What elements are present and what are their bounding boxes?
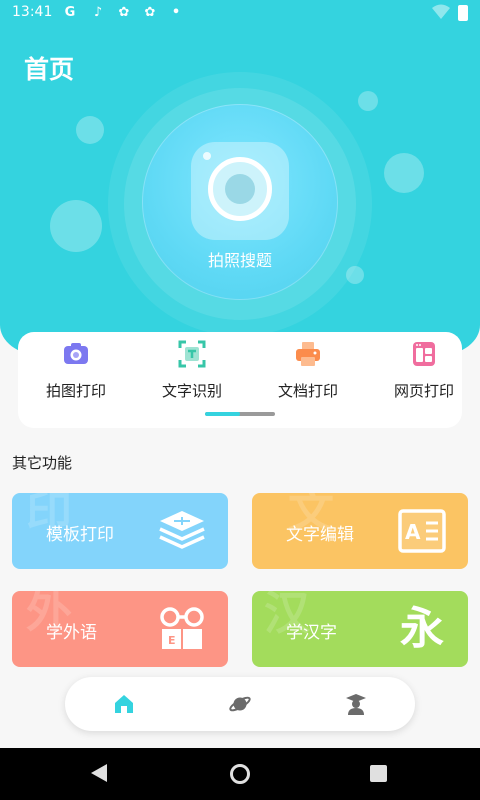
tile-foreign-language[interactable]: 外 学外语 E [12, 591, 228, 667]
camera-icon [64, 343, 88, 364]
back-icon[interactable] [91, 764, 107, 782]
scroll-indicator-thumb [205, 412, 240, 416]
home-icon[interactable] [112, 692, 136, 716]
template-icon [159, 511, 205, 549]
tile-template-print[interactable]: 印 模板打印 [12, 493, 228, 569]
bottom-tab-bar [65, 677, 415, 731]
glasses-book-icon: E [160, 607, 204, 649]
status-bar: 13:41 G ♪ ✿ ✿ • [0, 0, 480, 26]
planet-icon[interactable] [228, 692, 252, 716]
photo-search-label: 拍照搜题 [207, 251, 272, 270]
page-title: 首页 [24, 55, 75, 84]
wifi-icon [432, 4, 450, 19]
feature-photo-print[interactable]: 拍图打印 [26, 340, 126, 410]
google-icon: G [64, 5, 76, 20]
text-edit-icon: A [398, 509, 446, 553]
printer-icon [296, 342, 320, 366]
feature-document-print[interactable]: 文档打印 [258, 340, 358, 410]
decorative-bubble [384, 153, 424, 193]
feature-text-recognition[interactable]: 文字识别 [142, 340, 242, 410]
feature-card: 拍图打印 文字识别 文档打印 网页打印 [18, 332, 462, 428]
yong-char-icon: 永 [400, 603, 444, 654]
feature-label: 文字识别 [161, 382, 222, 400]
graduate-icon[interactable] [344, 692, 368, 716]
system-navigation-bar [0, 748, 480, 800]
tile-label: 学汉字 [286, 623, 337, 643]
decorative-bubble [76, 116, 104, 144]
tiktok-icon: ♪ [93, 5, 103, 20]
feature-scroll-indicator [205, 412, 275, 416]
feature-label: 网页打印 [393, 382, 454, 400]
home-circle-icon[interactable] [230, 764, 250, 784]
recent-apps-icon[interactable] [370, 765, 387, 782]
svg-text:A: A [405, 520, 421, 544]
feature-webpage-print[interactable]: 网页打印 [374, 340, 474, 410]
decorative-bubble [358, 91, 378, 111]
feature-label: 文档打印 [277, 382, 338, 400]
battery-icon [458, 5, 468, 21]
feature-label: 拍图打印 [45, 382, 106, 400]
camera-lens-inner [225, 174, 255, 204]
tile-text-edit[interactable]: 文 文字编辑 A [252, 493, 468, 569]
notification-dot-icon: • [171, 5, 181, 20]
decorative-bubble [50, 200, 102, 252]
webpage-icon [413, 342, 435, 366]
app-icon: ✿ [144, 5, 156, 20]
tile-label: 文字编辑 [286, 525, 354, 545]
section-title: 其它功能 [12, 454, 73, 472]
status-time: 13:41 [12, 4, 53, 20]
tile-label: 模板打印 [46, 525, 114, 545]
camera-flash-dot [203, 152, 211, 160]
header-banner: 拍照搜题 首页 [0, 0, 480, 355]
svg-text:E: E [168, 634, 176, 647]
text-scan-icon [178, 340, 206, 368]
tile-label: 学外语 [46, 623, 97, 643]
tile-chinese-characters[interactable]: 汉 学汉字 永 [252, 591, 468, 667]
app-icon: ✿ [118, 5, 130, 20]
photo-search-button[interactable]: 拍照搜题 [142, 104, 338, 300]
